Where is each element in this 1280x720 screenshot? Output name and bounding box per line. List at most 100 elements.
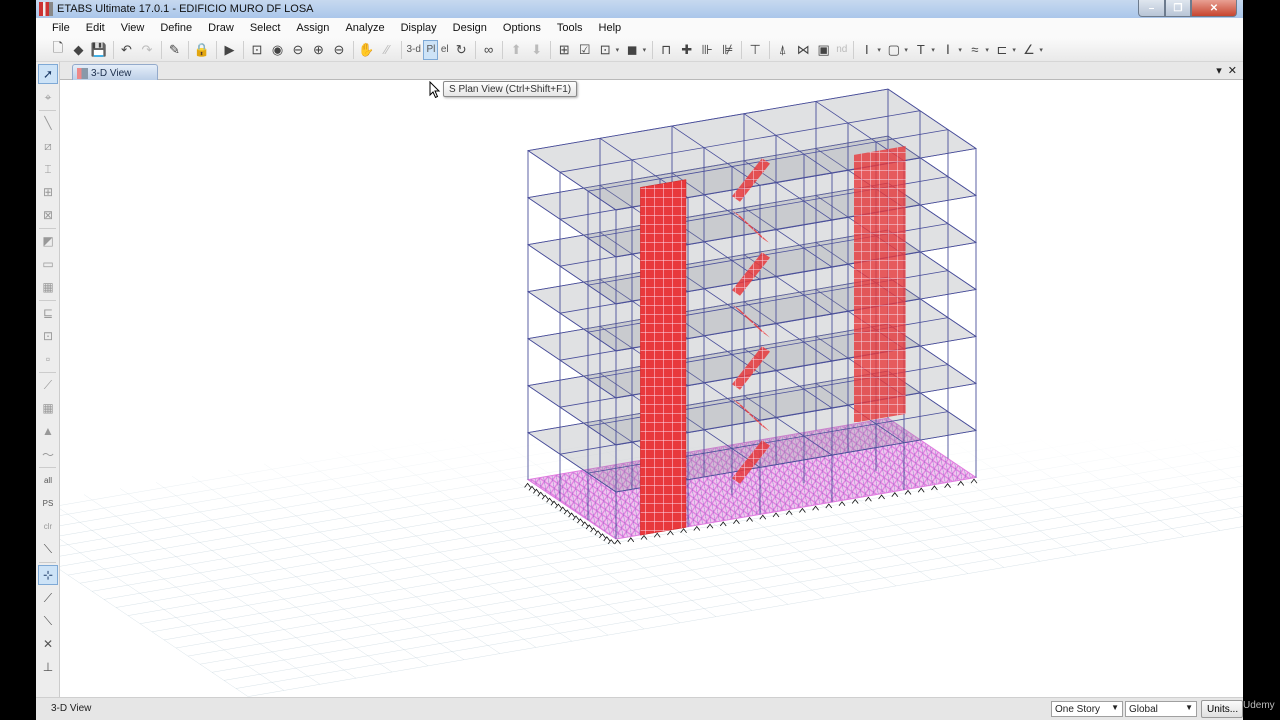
menu-draw[interactable]: Draw (202, 22, 240, 34)
link-icon[interactable]: ⋈ (793, 40, 813, 60)
support-icon[interactable]: ⍋ (773, 40, 793, 60)
dropdown-arrow-icon[interactable]: ▾ (643, 46, 647, 54)
view-options-icon[interactable]: ◼ (622, 40, 642, 60)
draw-floor-poly-icon[interactable]: ◩ (38, 231, 58, 251)
draw-beam-icon[interactable]: ⌶ (38, 159, 58, 179)
dropdown-arrow-icon[interactable]: ▾ (1012, 46, 1016, 54)
coordinate-system-select[interactable]: Global ▼ (1125, 701, 1197, 717)
menu-view[interactable]: View (115, 22, 151, 34)
save-icon[interactable]: 💾 (89, 40, 109, 60)
elevation-view-icon[interactable]: el (439, 40, 451, 60)
measure-icon[interactable]: ⁄⁄ (377, 40, 397, 60)
draw-tool-icon[interactable]: ∠ (1019, 40, 1039, 60)
menu-select[interactable]: Select (244, 22, 287, 34)
reshape-icon[interactable]: ⌖ (38, 87, 58, 107)
select-ps-icon[interactable]: PS (38, 493, 58, 513)
menu-edit[interactable]: Edit (80, 22, 111, 34)
move-down-icon[interactable]: ⬇ (527, 40, 547, 60)
t-section-icon[interactable]: T (911, 40, 931, 60)
draw-tendon-icon[interactable]: ▲ (38, 421, 58, 441)
undo-icon[interactable]: ↶ (117, 40, 137, 60)
dropdown-arrow-icon[interactable]: ▾ (616, 46, 620, 54)
tab-list-dropdown-icon[interactable]: ▾ (1216, 64, 1222, 77)
tab-3d-view[interactable]: 3-D View (72, 64, 158, 81)
menu-help[interactable]: Help (593, 22, 628, 34)
draw-opening-icon[interactable]: ▫ (38, 349, 58, 369)
slab-section-icon[interactable]: ▢ (884, 40, 904, 60)
dropdown-arrow-icon[interactable]: ▾ (985, 46, 989, 54)
draw-line-icon[interactable]: ╲ (38, 113, 58, 133)
select-intersect-icon[interactable]: ⟍ (38, 539, 58, 559)
menu-options[interactable]: Options (497, 22, 547, 34)
elevation-grid-icon[interactable]: ⊪ (697, 40, 717, 60)
snap-intersect-icon[interactable]: ✕ (38, 634, 58, 654)
i-section-icon[interactable]: Ⅰ (938, 40, 958, 60)
model-3d-viewport[interactable]: S Plan View (Ctrl+Shift+F1) (60, 80, 1243, 697)
beam-section-icon[interactable]: I (857, 40, 877, 60)
snap-ends-icon[interactable]: ⟋ (38, 588, 58, 608)
3d-view-icon[interactable]: 3-d (405, 40, 423, 60)
menu-file[interactable]: File (46, 22, 76, 34)
zoom-previous-icon[interactable]: ⊖ (288, 40, 308, 60)
structural-model-drawing[interactable] (60, 80, 1243, 697)
menu-assign[interactable]: Assign (290, 22, 335, 34)
building-view-icon[interactable]: ⊡ (595, 40, 615, 60)
nd-icon[interactable]: nd (834, 40, 849, 60)
c-section-icon[interactable]: ⊏ (992, 40, 1012, 60)
draw-cross-braces-icon[interactable]: ⊠ (38, 205, 58, 225)
rotate-view-icon[interactable]: ↻ (451, 40, 471, 60)
minimize-button[interactable]: – (1138, 0, 1165, 17)
draw-wall-stack-icon[interactable]: ⊡ (38, 326, 58, 346)
close-button[interactable]: ✕ (1191, 0, 1237, 17)
draw-floor-click-icon[interactable]: ▦ (38, 277, 58, 297)
clear-selection-icon[interactable]: clr (38, 516, 58, 536)
draw-floor-rect-icon[interactable]: ▭ (38, 254, 58, 274)
zoom-in-icon[interactable]: ⊕ (309, 40, 329, 60)
snap-more-icon[interactable]: ⊥ (38, 657, 58, 677)
pencil-icon[interactable]: ✎ (165, 40, 185, 60)
zoom-out-icon[interactable]: ⊖ (329, 40, 349, 60)
plan-view-icon[interactable]: Pl (423, 39, 439, 60)
deck-section-icon[interactable]: ≈ (965, 40, 985, 60)
select-pointer-icon[interactable]: ➚ (38, 64, 58, 84)
zoom-window-icon[interactable]: ⊡ (247, 40, 267, 60)
zoom-restore-icon[interactable]: ◉ (268, 40, 288, 60)
joint-icon[interactable]: ✚ (677, 40, 697, 60)
dropdown-arrow-icon[interactable]: ▾ (958, 46, 962, 54)
set-display-options-icon[interactable]: ☑ (575, 40, 595, 60)
draw-braces-icon[interactable]: ⊞ (38, 182, 58, 202)
menu-tools[interactable]: Tools (551, 22, 589, 34)
close-tab-icon[interactable]: ✕ (1228, 64, 1237, 77)
open-icon[interactable]: ◆ (69, 40, 89, 60)
draw-wave-icon[interactable]: 〜 (38, 444, 58, 464)
snap-points-icon[interactable]: ⊹ (38, 565, 58, 585)
story-select[interactable]: One Story ▼ (1051, 701, 1123, 717)
pan-icon[interactable]: ✋ (357, 40, 377, 60)
menu-design[interactable]: Design (447, 22, 493, 34)
menu-analyze[interactable]: Analyze (339, 22, 390, 34)
perspective-icon[interactable]: ∞ (479, 40, 499, 60)
draw-frame-icon[interactable]: ⊓ (656, 40, 676, 60)
loads-icon[interactable]: ⊯ (718, 40, 738, 60)
draw-wall-icon[interactable]: ⊑ (38, 303, 58, 323)
column-icon[interactable]: ⊤ (745, 40, 765, 60)
menu-display[interactable]: Display (395, 22, 443, 34)
draw-grid-icon[interactable]: ▦ (38, 398, 58, 418)
snap-perpendicular-icon[interactable]: ⟍ (38, 611, 58, 631)
move-up-icon[interactable]: ⬆ (506, 40, 526, 60)
lock-icon[interactable]: 🔒 (192, 40, 212, 60)
run-analysis-icon[interactable]: ▶ (220, 40, 240, 60)
draw-frame-rect-icon[interactable]: ⧄ (38, 136, 58, 156)
dropdown-arrow-icon[interactable]: ▾ (1039, 46, 1043, 54)
dropdown-arrow-icon[interactable]: ▾ (877, 46, 881, 54)
select-all-icon[interactable]: all (38, 470, 58, 490)
menu-define[interactable]: Define (154, 22, 198, 34)
shell-display-icon[interactable]: ▣ (814, 40, 834, 60)
draw-link-icon[interactable]: ⟋ (38, 375, 58, 395)
redo-icon[interactable]: ↷ (137, 40, 157, 60)
new-file-icon[interactable]: 🗋 (48, 40, 68, 60)
dropdown-arrow-icon[interactable]: ▾ (931, 46, 935, 54)
maximize-button[interactable]: ❐ (1165, 0, 1191, 17)
object-shrink-icon[interactable]: ⊞ (554, 40, 574, 60)
dropdown-arrow-icon[interactable]: ▾ (904, 46, 908, 54)
